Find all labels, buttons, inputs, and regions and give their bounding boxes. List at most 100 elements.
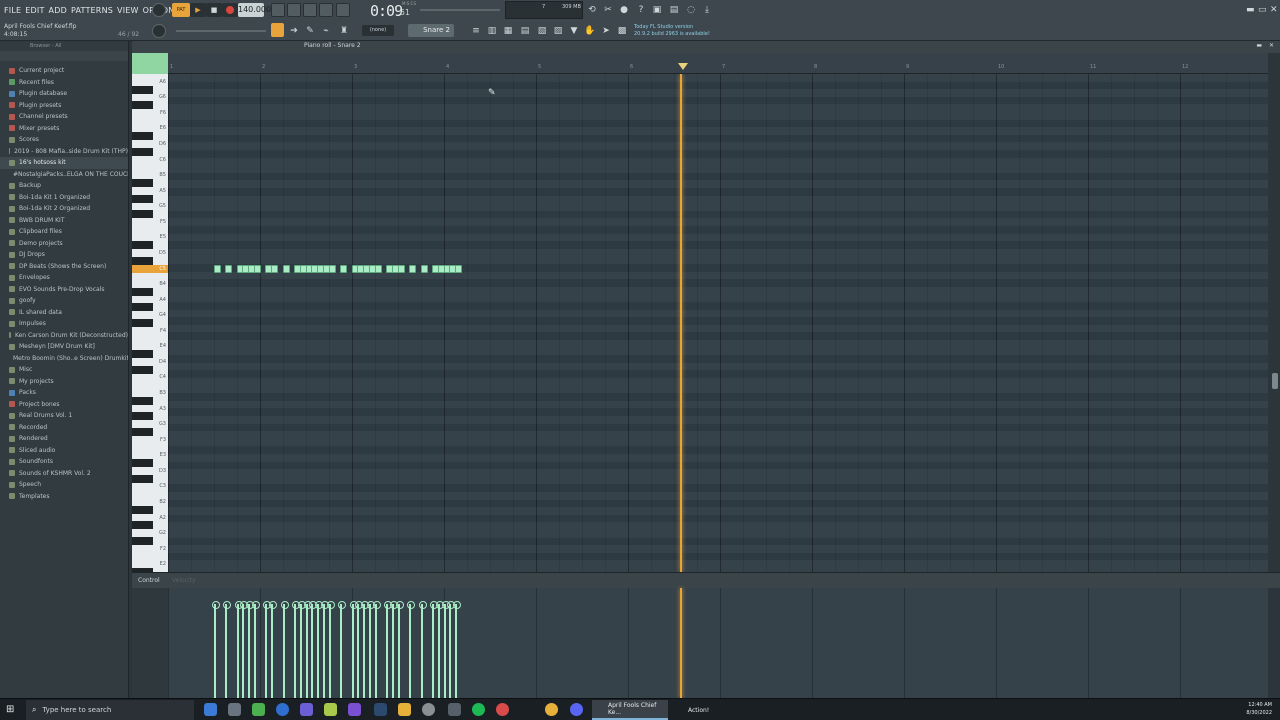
countdown-icon[interactable] — [303, 3, 317, 17]
snap-select[interactable]: (none) — [362, 25, 394, 36]
record-button[interactable] — [222, 3, 238, 17]
black-key[interactable] — [132, 132, 153, 141]
app-icon-6[interactable] — [496, 703, 509, 716]
download-icon[interactable]: ⤓ — [701, 4, 713, 16]
playhead-marker-icon[interactable] — [678, 63, 688, 70]
note[interactable] — [397, 264, 405, 273]
panel-close-icon[interactable]: ✕ — [1269, 42, 1274, 49]
black-key[interactable] — [132, 194, 153, 203]
timeline-ruler[interactable]: 1 2 3 4 5 6 7 8 9 10 11 12 — [168, 53, 1268, 74]
discord-icon[interactable] — [570, 703, 583, 716]
browser-item[interactable]: Speech — [0, 479, 128, 491]
velocity-bar[interactable] — [234, 601, 243, 698]
black-key[interactable] — [132, 287, 153, 296]
velocity-bar[interactable] — [372, 601, 381, 698]
touch-keyboard-icon[interactable]: ✋ — [584, 25, 596, 37]
velocity-bar[interactable] — [246, 601, 254, 698]
cut-icon[interactable]: ✂ — [602, 4, 614, 16]
black-key[interactable] — [132, 147, 153, 156]
menu-patterns[interactable]: PATTERNS — [69, 6, 115, 15]
windows-start-icon[interactable]: ⊞ — [6, 704, 18, 716]
app-icon-4[interactable] — [422, 703, 435, 716]
piano-roll-icon[interactable]: ▤ — [519, 25, 531, 37]
playlist-icon[interactable]: ▦ — [502, 25, 514, 37]
browser-item[interactable]: Recorded — [0, 422, 128, 434]
file-explorer-icon[interactable] — [228, 703, 241, 716]
velocity-bar[interactable] — [389, 601, 398, 698]
browser-item[interactable]: Real Drums Vol. 1 — [0, 410, 128, 422]
black-key[interactable] — [132, 396, 153, 405]
note[interactable] — [374, 264, 382, 273]
browser-item[interactable]: Soundfonts — [0, 456, 128, 468]
stamp-icon[interactable]: ♜ — [338, 25, 350, 37]
link-icon[interactable]: ⌁ — [320, 25, 332, 37]
note[interactable] — [420, 264, 428, 273]
browser-item[interactable]: Recent files — [0, 77, 128, 89]
taskbar-window-flstudio[interactable]: April Fools Chief Ke... — [592, 700, 668, 720]
pattern-song-toggle[interactable]: PAT — [172, 3, 190, 17]
toolbar-menu-icon[interactable]: ▩ — [616, 25, 628, 37]
browser-item[interactable]: #NostalgiaPacks..ELGA ON THE COUCH — [0, 169, 128, 181]
browser-item[interactable]: Misc — [0, 364, 128, 376]
spotify-icon[interactable] — [472, 703, 485, 716]
browser-item[interactable]: Plugin database — [0, 88, 128, 100]
velocity-bar[interactable] — [435, 601, 444, 698]
black-key[interactable] — [132, 350, 153, 359]
master-pitch-slider[interactable] — [176, 30, 266, 32]
master-volume-slider[interactable] — [420, 9, 500, 11]
velocity-bar[interactable] — [453, 601, 461, 698]
note-grid[interactable] — [168, 74, 1268, 572]
save-icon[interactable]: ▣ — [651, 4, 663, 16]
black-key[interactable] — [132, 427, 153, 436]
note[interactable] — [282, 264, 290, 273]
black-key[interactable] — [132, 319, 153, 327]
black-key[interactable] — [132, 101, 153, 110]
browser-item[interactable]: Rendered — [0, 433, 128, 445]
piano-keys[interactable]: A6 G6 F6 E6 D6 C6 B5 A5 G5 F5 E5 D5 C5 B4 A4 G4 F4 E4 D4 C4… — [132, 74, 168, 572]
black-key[interactable] — [132, 505, 153, 514]
app-icon-5[interactable] — [448, 703, 461, 716]
chat-icon[interactable]: ◌ — [685, 4, 697, 16]
menu-add[interactable]: ADD — [47, 6, 69, 15]
note[interactable] — [409, 264, 416, 273]
taskbar-window-action[interactable]: Action! — [672, 700, 722, 720]
browser-icon[interactable]: ▧ — [536, 25, 548, 37]
channel-rack-icon[interactable]: ▥ — [486, 25, 498, 37]
control-label[interactable]: Control — [138, 577, 160, 584]
arrow-right-icon[interactable]: ➔ — [288, 25, 300, 37]
browser-item[interactable]: Templates — [0, 491, 128, 503]
plugin-picker-icon[interactable]: ▨ — [552, 25, 564, 37]
stop-button[interactable]: ■ — [206, 3, 222, 17]
browser-item[interactable]: EVO Sounds Pre-Drop Vocals — [0, 284, 128, 296]
note[interactable] — [328, 264, 336, 273]
task-view-icon[interactable] — [204, 703, 217, 716]
play-button[interactable]: ▶ — [190, 3, 206, 17]
velocity-bar[interactable] — [366, 601, 375, 698]
metronome-icon[interactable] — [271, 3, 285, 17]
velocity-bar[interactable] — [361, 601, 369, 698]
tempo-display[interactable]: 140.000 — [238, 3, 271, 17]
velocity-bar[interactable] — [447, 601, 456, 698]
browser-item[interactable]: Boi-1da Kit 1 Organized — [0, 192, 128, 204]
scroll-thumb[interactable] — [1272, 373, 1278, 389]
velocity-bar[interactable] — [320, 601, 329, 698]
browser-item[interactable]: Plugin presets — [0, 100, 128, 112]
mic-icon[interactable]: ● — [618, 4, 630, 16]
note[interactable] — [225, 264, 232, 273]
black-key[interactable] — [132, 365, 153, 374]
velocity-bar[interactable] — [223, 601, 231, 698]
velocity-bar[interactable] — [441, 601, 450, 698]
mic-record-icon[interactable]: ▼ — [568, 25, 580, 37]
velocity-bar[interactable] — [355, 601, 364, 698]
velocity-bar[interactable] — [297, 601, 306, 698]
browser-item[interactable]: Sounds of KSHMR Vol. 2 — [0, 468, 128, 480]
browser-item[interactable]: DJ Drops — [0, 249, 128, 261]
system-clock[interactable]: 12:40 AM 8/30/2022 — [1246, 701, 1272, 717]
browser-item[interactable]: goofy — [0, 295, 128, 307]
note[interactable] — [340, 264, 347, 273]
velocity-bar[interactable] — [211, 601, 220, 698]
note[interactable] — [253, 264, 261, 273]
velocity-bar[interactable] — [303, 601, 312, 698]
browser-item[interactable]: Packs — [0, 387, 128, 399]
black-key[interactable] — [132, 412, 153, 421]
